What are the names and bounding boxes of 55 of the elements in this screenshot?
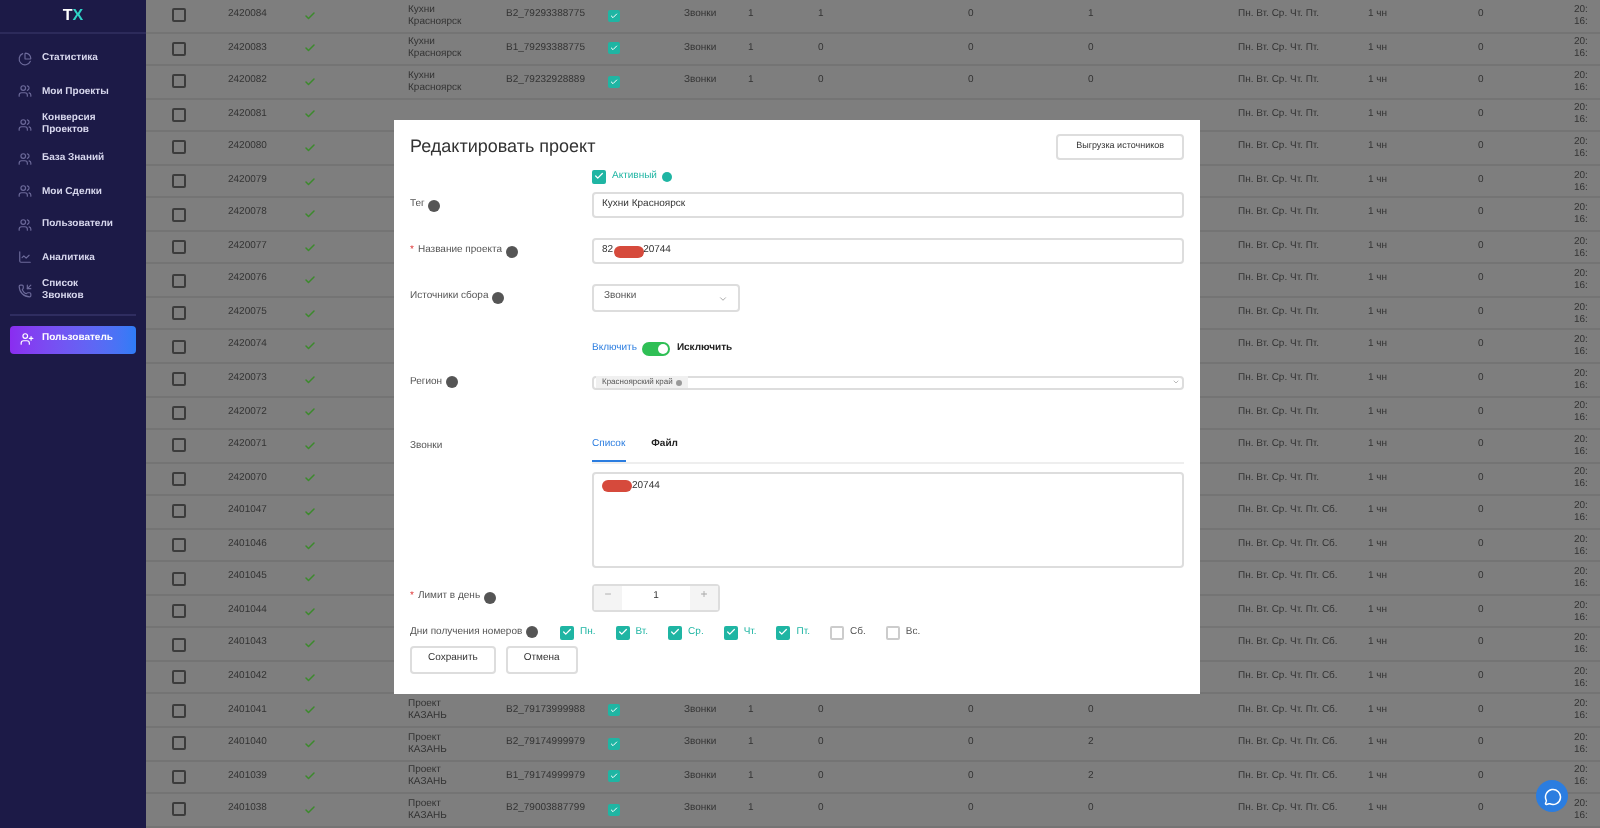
checkbox[interactable] bbox=[723, 625, 738, 640]
checkbox[interactable] bbox=[172, 637, 186, 652]
nav-icon bbox=[18, 117, 32, 132]
checkbox[interactable] bbox=[608, 770, 620, 783]
nav-icon bbox=[18, 250, 32, 265]
checkbox[interactable] bbox=[172, 736, 186, 751]
checkbox[interactable] bbox=[172, 140, 186, 155]
nav-icon bbox=[18, 151, 32, 166]
logo: TX bbox=[62, 4, 84, 28]
checkbox[interactable] bbox=[172, 8, 186, 23]
checkbox[interactable] bbox=[608, 42, 620, 55]
checkbox[interactable] bbox=[615, 625, 630, 640]
nav-icon bbox=[18, 217, 32, 232]
checkbox[interactable] bbox=[608, 737, 620, 750]
dialog-title: Редактировать проект bbox=[410, 134, 596, 160]
checkbox[interactable] bbox=[172, 405, 186, 420]
checkbox[interactable] bbox=[172, 604, 186, 619]
checkbox[interactable] bbox=[172, 372, 186, 387]
checkbox[interactable] bbox=[172, 74, 186, 89]
redaction-mark bbox=[602, 479, 632, 491]
checkbox[interactable] bbox=[172, 703, 186, 718]
checkbox[interactable] bbox=[172, 107, 186, 122]
redaction-mark bbox=[613, 245, 644, 257]
nav-icon bbox=[18, 84, 32, 99]
checkbox[interactable] bbox=[668, 625, 683, 640]
checkbox[interactable] bbox=[172, 207, 186, 222]
checkbox[interactable] bbox=[608, 75, 620, 88]
chat-button[interactable] bbox=[1536, 780, 1568, 812]
user-plus-icon bbox=[20, 332, 34, 347]
checkbox[interactable] bbox=[608, 9, 620, 22]
nav-icon bbox=[18, 184, 32, 199]
checkbox[interactable] bbox=[608, 704, 620, 717]
checkbox[interactable] bbox=[172, 41, 186, 56]
toggle-switch[interactable] bbox=[642, 342, 671, 357]
checkbox[interactable] bbox=[172, 571, 186, 586]
checkbox[interactable] bbox=[172, 438, 186, 453]
checkbox[interactable] bbox=[172, 538, 186, 553]
checkbox[interactable] bbox=[172, 769, 186, 784]
checkbox[interactable] bbox=[560, 625, 574, 640]
chevron-icon bbox=[718, 293, 728, 303]
checkbox[interactable] bbox=[592, 169, 606, 184]
nav-icon bbox=[18, 51, 32, 66]
checkbox[interactable] bbox=[172, 339, 186, 354]
checkbox[interactable] bbox=[608, 803, 620, 816]
checkbox[interactable] bbox=[172, 670, 186, 685]
checkbox[interactable] bbox=[172, 174, 186, 188]
chat-icon bbox=[1543, 787, 1561, 805]
checkbox[interactable] bbox=[172, 504, 186, 519]
checkbox[interactable] bbox=[172, 306, 186, 321]
checkbox[interactable] bbox=[172, 240, 186, 255]
checkbox[interactable] bbox=[172, 273, 186, 288]
nav-icon bbox=[18, 283, 32, 298]
checkbox[interactable] bbox=[172, 802, 186, 817]
checkbox[interactable] bbox=[776, 625, 791, 640]
checkbox[interactable] bbox=[172, 471, 186, 486]
